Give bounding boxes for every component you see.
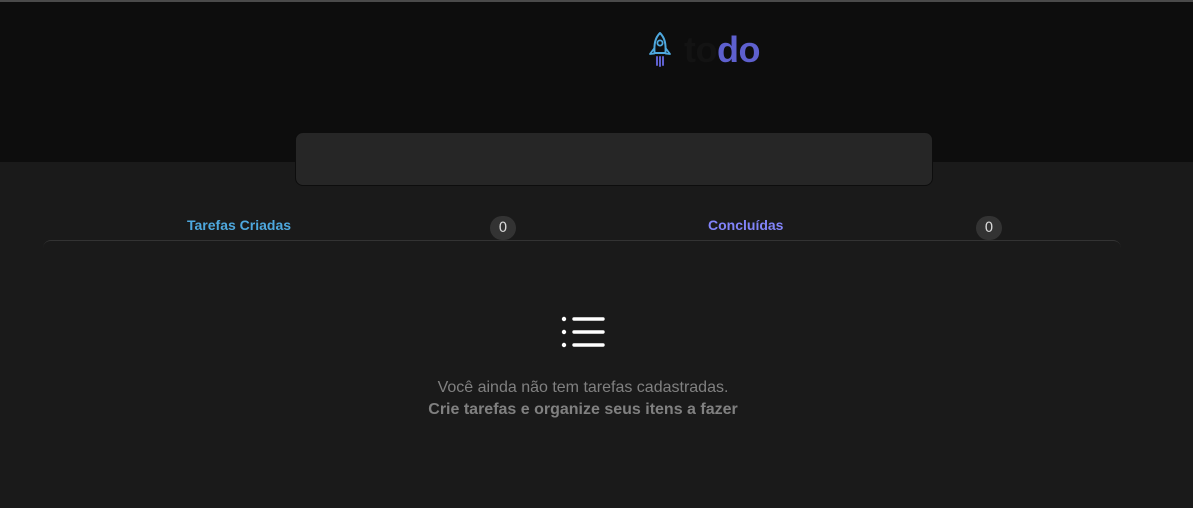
- completed-tasks-count: 0: [976, 216, 1002, 240]
- completed-tasks-label: Concluídas: [708, 217, 784, 233]
- new-task-input[interactable]: [295, 132, 933, 186]
- rocket-icon: [648, 31, 672, 69]
- logo: todo: [648, 29, 760, 71]
- task-counters: Tarefas Criadas 0 Concluídas 0: [0, 210, 1193, 242]
- logo-text-do: do: [716, 29, 760, 70]
- empty-state-message: Você ainda não tem tarefas cadastradas.: [437, 379, 729, 396]
- task-list: [43, 240, 1121, 508]
- created-tasks-label: Tarefas Criadas: [187, 217, 292, 233]
- logo-wordmark: todo: [684, 29, 760, 71]
- list-icon: [560, 314, 606, 357]
- empty-state-hint: Crie tarefas e organize seus itens a faz…: [428, 401, 738, 418]
- logo-text-to: to: [684, 29, 717, 70]
- created-tasks-count: 0: [490, 216, 516, 240]
